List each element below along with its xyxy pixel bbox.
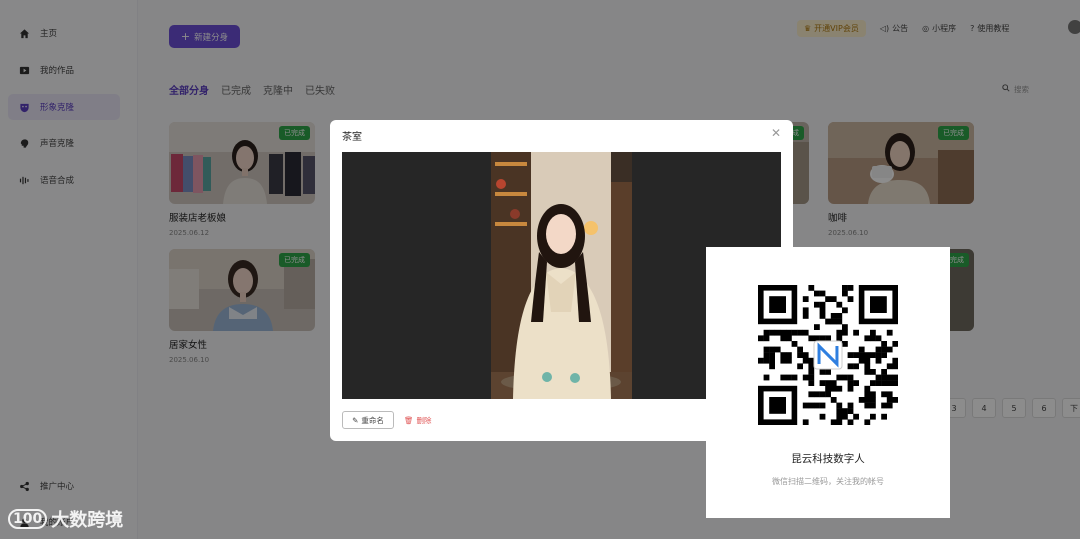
- watermark-logo: 100: [8, 509, 48, 529]
- qr-code-card: 昆云科技数字人 微信扫描二维码，关注我的帐号: [706, 247, 950, 518]
- delete-label: 删除: [416, 415, 432, 425]
- close-icon[interactable]: ✕: [771, 126, 781, 140]
- qr-tip: 微信扫描二维码，关注我的帐号: [772, 477, 884, 486]
- rename-label: 重命名: [361, 415, 384, 425]
- qr-code: [758, 285, 898, 425]
- delete-button[interactable]: 🗑 删除: [404, 411, 432, 429]
- modal-title: 茶室: [342, 132, 362, 143]
- qr-account-name: 昆云科技数字人: [791, 453, 865, 465]
- edit-icon: ✎: [352, 415, 359, 425]
- watermark: 100 大数跨境: [8, 506, 123, 532]
- rename-button[interactable]: ✎ 重命名: [342, 411, 394, 429]
- trash-icon: 🗑: [404, 415, 414, 425]
- watermark-text: 大数跨境: [51, 510, 124, 531]
- video-frame: [491, 152, 632, 399]
